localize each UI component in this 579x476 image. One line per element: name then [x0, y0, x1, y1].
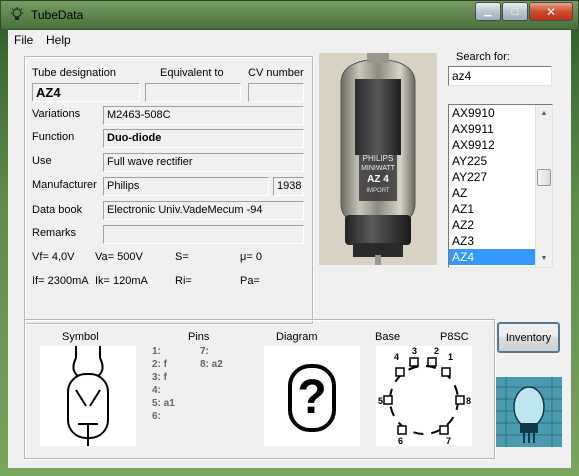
maximize-button[interactable]: □ [502, 2, 528, 21]
unknown-diagram-icon: ? [288, 364, 336, 432]
base-pin-mark [397, 425, 407, 435]
equivalent-field[interactable] [145, 83, 241, 102]
minimize-button[interactable]: ▁ [475, 2, 501, 21]
tube-brand2-text: MINIWATT [361, 165, 396, 172]
base-pin-mark [395, 367, 405, 377]
menu-file[interactable]: File [14, 33, 33, 47]
base-pin-number: 1 [448, 352, 453, 362]
search-label: Search for: [456, 51, 510, 63]
menu-help[interactable]: Help [46, 33, 71, 47]
base-pin-mark [439, 425, 449, 435]
manufacturer-label: Manufacturer [32, 179, 97, 191]
variations-label: Variations [32, 108, 81, 120]
pin-assignment: 8: a2 [200, 359, 223, 370]
lightbulb-icon [10, 7, 24, 20]
param-ik: Ik= 120mA [95, 275, 148, 287]
base-pin-mark [383, 395, 393, 405]
cv-field[interactable] [248, 83, 304, 102]
pins-label: Pins [188, 331, 210, 343]
rectifier-symbol-icon [67, 346, 109, 446]
base-pin-mark [455, 395, 465, 405]
scroll-down-icon[interactable]: ▼ [536, 250, 552, 267]
param-s: S= [175, 251, 189, 263]
function-label: Function [32, 131, 75, 143]
pin-assignment: 6: [152, 411, 161, 422]
close-button[interactable]: ✕ [529, 2, 573, 21]
base-pin-number: 3 [412, 346, 417, 356]
function-field[interactable]: Duo-diode [103, 129, 304, 148]
maximize-icon: □ [511, 5, 519, 18]
scroll-thumb[interactable] [537, 169, 551, 186]
cv-label: CV number [248, 67, 304, 79]
param-ri: Ri= [175, 275, 192, 287]
base-pin-number: 6 [398, 436, 403, 446]
tube-list[interactable]: AX9910 AX9911 AX9912 AY225 AY227 AZ AZ1 AZ2 AZ3 A… [448, 104, 553, 268]
param-pa: Pa= [240, 275, 260, 287]
symbol-label: Symbol [62, 331, 99, 343]
param-va: Va= 500V [95, 251, 143, 263]
base-pin-mark [409, 357, 419, 367]
variations-field[interactable]: M2463-508C [103, 106, 304, 125]
tube-brand-text: PHILIPS [363, 154, 394, 163]
param-vf: Vf= 4,0V [32, 251, 75, 263]
search-input[interactable]: az4 [448, 66, 552, 86]
base-pin-mark [441, 367, 451, 377]
tube-list-scrollbar[interactable]: ▲ ▼ [535, 105, 552, 267]
pin-assignment: 7: [200, 346, 209, 357]
base-pin-number: 2 [434, 346, 439, 356]
designation-label: Tube designation [32, 67, 116, 79]
scroll-up-icon[interactable]: ▲ [536, 105, 552, 122]
minimize-icon: ▁ [484, 6, 492, 16]
pin-assignment: 1: [152, 346, 161, 357]
manufacturer-field[interactable]: Philips [103, 177, 269, 196]
app-logo [496, 377, 562, 447]
base-pin-number: 8 [466, 396, 471, 406]
base-pinout-icon: 12 3 4 5 6 7 8 [378, 346, 471, 446]
databook-label: Data book [32, 204, 83, 216]
window-client: File Help Tube designation Equivalent to… [8, 30, 571, 468]
diagram-question-mark: ? [297, 371, 327, 424]
base-pin-number: 7 [446, 436, 451, 446]
equivalent-label: Equivalent to [160, 67, 224, 79]
base-type-label: P8SC [440, 331, 469, 343]
use-label: Use [32, 155, 52, 167]
diagram-panel: ? [264, 346, 360, 446]
base-label: Base [375, 331, 401, 343]
pin-assignment: 3: f [152, 372, 167, 383]
title-bar[interactable]: TubeData ▁ □ ✕ [0, 0, 579, 30]
param-mu: μ= 0 [240, 251, 262, 263]
pin-assignment: 5: a1 [152, 398, 175, 409]
symbol-panel [40, 346, 136, 446]
pin-assignment: 4: [152, 385, 161, 396]
param-if: If= 2300mA [32, 275, 89, 287]
databook-field[interactable]: Electronic Univ.VadeMecum -94 [103, 201, 304, 220]
base-pin-number: 5 [378, 396, 383, 406]
menu-bar: File Help [8, 30, 571, 49]
designation-field[interactable]: AZ4 [32, 83, 140, 102]
tube-extra-text: IMPORT [366, 188, 390, 194]
remarks-label: Remarks [32, 227, 77, 239]
use-field[interactable]: Full wave rectifier [103, 153, 304, 172]
window-title: TubeData [31, 8, 84, 22]
inventory-button[interactable]: Inventory [497, 322, 560, 353]
base-pin-mark [427, 357, 437, 367]
inventory-button-label: Inventory [505, 331, 552, 344]
base-panel: 12 3 4 5 6 7 8 [376, 346, 472, 446]
tube-photo: PHILIPS MINIWATT AZ 4 IMPORT [319, 53, 437, 265]
close-icon: ✕ [545, 4, 557, 19]
diagram-label: Diagram [276, 331, 318, 343]
year-field[interactable]: 1938 [273, 177, 304, 196]
tube-type-text: AZ 4 [367, 174, 389, 185]
pin-assignment: 2: f [152, 359, 167, 370]
remarks-field[interactable] [103, 225, 304, 244]
base-pin-number: 4 [394, 352, 399, 362]
